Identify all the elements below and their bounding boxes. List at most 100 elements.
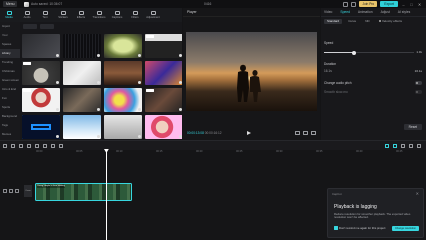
reset-button[interactable]: Reset	[403, 124, 422, 130]
download-icon[interactable]	[55, 134, 59, 138]
video-clip[interactable]: Young couple in love walking	[35, 183, 132, 201]
media-thumb[interactable]	[63, 34, 101, 58]
timeline-ruler[interactable]: 00:00 00:05 00:10 00:15 00:20 00:25 00:3…	[30, 150, 426, 156]
sidebar-item-memes[interactable]: Memes	[0, 130, 20, 139]
speed-slider[interactable]	[324, 50, 414, 55]
playhead[interactable]	[106, 150, 107, 240]
download-icon[interactable]	[178, 134, 182, 138]
tool-effects[interactable]: Effects	[72, 8, 90, 22]
smooth-slowmo-toggle[interactable]	[415, 90, 422, 94]
close-icon[interactable]: ✕	[417, 2, 422, 7]
download-icon[interactable]	[96, 53, 100, 57]
freeze-icon[interactable]	[43, 143, 47, 148]
download-icon[interactable]	[96, 134, 100, 138]
change-resolution-button[interactable]: Change resolution	[391, 226, 419, 231]
sidebar-item-spaces[interactable]: Spaces	[0, 40, 20, 49]
mute-icon[interactable]	[15, 189, 19, 193]
select-icon[interactable]	[3, 143, 7, 148]
download-icon[interactable]	[178, 80, 182, 84]
export-button[interactable]: Export	[380, 1, 398, 7]
tool-audio[interactable]: Audio	[18, 8, 36, 22]
tool-captions[interactable]: Captions	[108, 8, 126, 22]
pitch-toggle[interactable]	[415, 81, 422, 85]
tool-transitions[interactable]: Transitions	[90, 8, 108, 22]
join-pro-button[interactable]: Join Pro	[359, 1, 378, 7]
duration-new[interactable]: 16.1s	[415, 69, 422, 73]
tool-media[interactable]: Media	[0, 8, 18, 22]
media-thumb[interactable]	[145, 88, 182, 112]
media-thumb[interactable]	[104, 115, 142, 139]
download-icon[interactable]	[55, 53, 59, 57]
download-icon[interactable]	[137, 80, 141, 84]
subtab-standard[interactable]: Standard	[324, 19, 343, 24]
tab-video[interactable]: Video	[324, 10, 332, 14]
sidebar-item-sports[interactable]: Sports	[0, 103, 20, 112]
sidebar-item-fun[interactable]: Fun	[0, 94, 20, 103]
media-thumb[interactable]	[145, 115, 182, 139]
media-thumb[interactable]	[104, 61, 142, 85]
lock-icon[interactable]	[3, 189, 7, 193]
shortcut-icon[interactable]	[351, 1, 357, 7]
sidebar-item-trending[interactable]: Trending	[0, 58, 20, 67]
sidebar-item-tags[interactable]: Tags	[0, 121, 20, 130]
download-icon[interactable]	[96, 107, 100, 111]
ratio-icon[interactable]	[303, 130, 308, 135]
sidebar-item-import[interactable]: Import	[0, 22, 20, 31]
redo-icon[interactable]	[19, 143, 23, 148]
split-icon[interactable]	[27, 143, 31, 148]
sidebar-item-library[interactable]: Library	[0, 49, 20, 58]
layout-icon[interactable]	[343, 1, 349, 7]
filter-chip[interactable]	[23, 23, 37, 29]
tool-adjustment[interactable]: Adjustment	[144, 8, 162, 22]
media-thumb[interactable]	[22, 88, 60, 112]
tab-speed[interactable]: Speed	[340, 10, 350, 14]
media-thumb[interactable]	[104, 88, 142, 112]
media-thumb[interactable]	[63, 88, 101, 112]
sidebar-item-your[interactable]: Your	[0, 31, 20, 40]
sidebar-item-intro-end[interactable]: Intro & End	[0, 85, 20, 94]
download-icon[interactable]	[178, 53, 182, 57]
filter-chip[interactable]	[40, 23, 54, 29]
download-icon[interactable]	[96, 80, 100, 84]
speed-value[interactable]: 1.0x	[416, 50, 422, 54]
fullscreen-icon[interactable]	[311, 130, 316, 135]
tab-adjust[interactable]: Adjust	[381, 10, 390, 14]
crop-icon[interactable]	[295, 130, 300, 135]
download-icon[interactable]	[137, 53, 141, 57]
subtab-curve[interactable]: Curve	[345, 19, 359, 24]
tool-filters[interactable]: Filters	[126, 8, 144, 22]
tool-stickers[interactable]: Stickers	[54, 8, 72, 22]
crop-icon[interactable]	[59, 143, 63, 148]
download-icon[interactable]	[178, 107, 182, 111]
dont-remind-checkbox[interactable]	[334, 226, 338, 230]
maximize-icon[interactable]: □	[409, 2, 414, 7]
download-icon[interactable]	[137, 107, 141, 111]
media-thumb[interactable]	[145, 34, 182, 58]
media-thumb[interactable]	[63, 115, 101, 139]
link-icon[interactable]	[393, 143, 397, 148]
speed-slider-knob[interactable]	[352, 50, 356, 55]
magnet-icon[interactable]	[385, 143, 389, 148]
zoom-out-icon[interactable]	[409, 143, 413, 148]
download-icon[interactable]	[55, 107, 59, 111]
cover-button[interactable]: Cover	[24, 185, 32, 197]
close-icon[interactable]: ✕	[416, 191, 419, 196]
tab-ai-styles[interactable]: AI styles	[398, 10, 410, 14]
media-thumb[interactable]	[22, 61, 60, 85]
media-thumb[interactable]	[63, 61, 101, 85]
zoom-in-icon[interactable]	[417, 143, 421, 148]
media-thumb[interactable]	[22, 115, 60, 139]
sidebar-item-background[interactable]: Background	[0, 112, 20, 121]
tab-animation[interactable]: Animation	[358, 10, 373, 14]
media-thumb[interactable]	[22, 34, 60, 58]
play-icon[interactable]	[247, 130, 251, 135]
sidebar-item-green-screen[interactable]: Green screen	[0, 76, 20, 85]
download-icon[interactable]	[137, 134, 141, 138]
media-thumb[interactable]	[104, 34, 142, 58]
menu-button[interactable]: Menu	[3, 1, 18, 7]
subtab-velocity[interactable]: Velocity effects	[376, 19, 405, 24]
media-thumb[interactable]	[145, 61, 182, 85]
preview-axis-icon[interactable]	[401, 143, 405, 148]
eye-icon[interactable]	[9, 189, 13, 193]
tool-text[interactable]: Text	[36, 8, 54, 22]
